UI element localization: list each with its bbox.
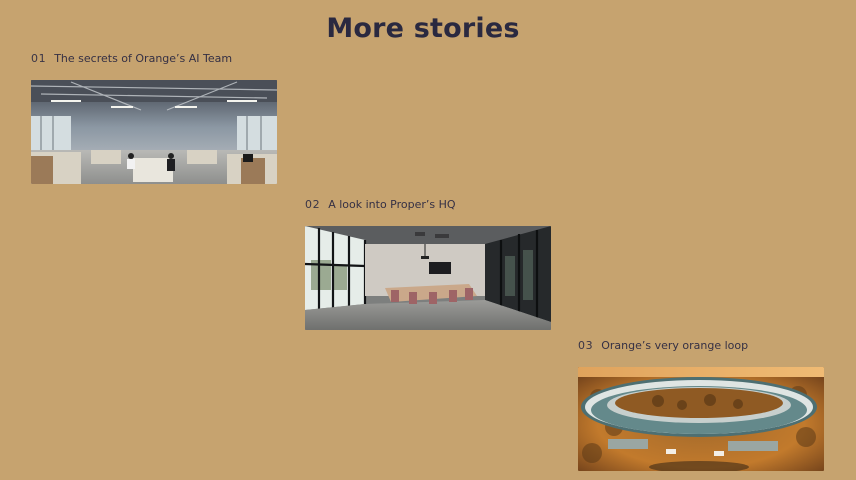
story-number: 01: [31, 52, 47, 65]
story-number: 03: [578, 339, 594, 352]
story-image-meeting-room[interactable]: [305, 226, 551, 330]
story-title-link[interactable]: A look into Proper’s HQ: [328, 198, 455, 211]
story-label[interactable]: 02 A look into Proper’s HQ: [305, 198, 551, 214]
more-stories-section: More stories 01 The secrets of Orange’s …: [0, 0, 856, 480]
story-image-office[interactable]: [31, 80, 277, 184]
story-card-1[interactable]: 01 The secrets of Orange’s AI Team: [31, 52, 277, 184]
story-image-ring-campus[interactable]: [578, 367, 824, 471]
story-card-3[interactable]: 03 Orange’s very orange loop: [578, 339, 824, 471]
story-label[interactable]: 01 The secrets of Orange’s AI Team: [31, 52, 277, 68]
story-card-2[interactable]: 02 A look into Proper’s HQ: [305, 198, 551, 330]
story-title-link[interactable]: The secrets of Orange’s AI Team: [54, 52, 232, 65]
story-number: 02: [305, 198, 321, 211]
story-label[interactable]: 03 Orange’s very orange loop: [578, 339, 824, 355]
section-heading: More stories: [326, 13, 520, 44]
story-title-link[interactable]: Orange’s very orange loop: [601, 339, 748, 352]
